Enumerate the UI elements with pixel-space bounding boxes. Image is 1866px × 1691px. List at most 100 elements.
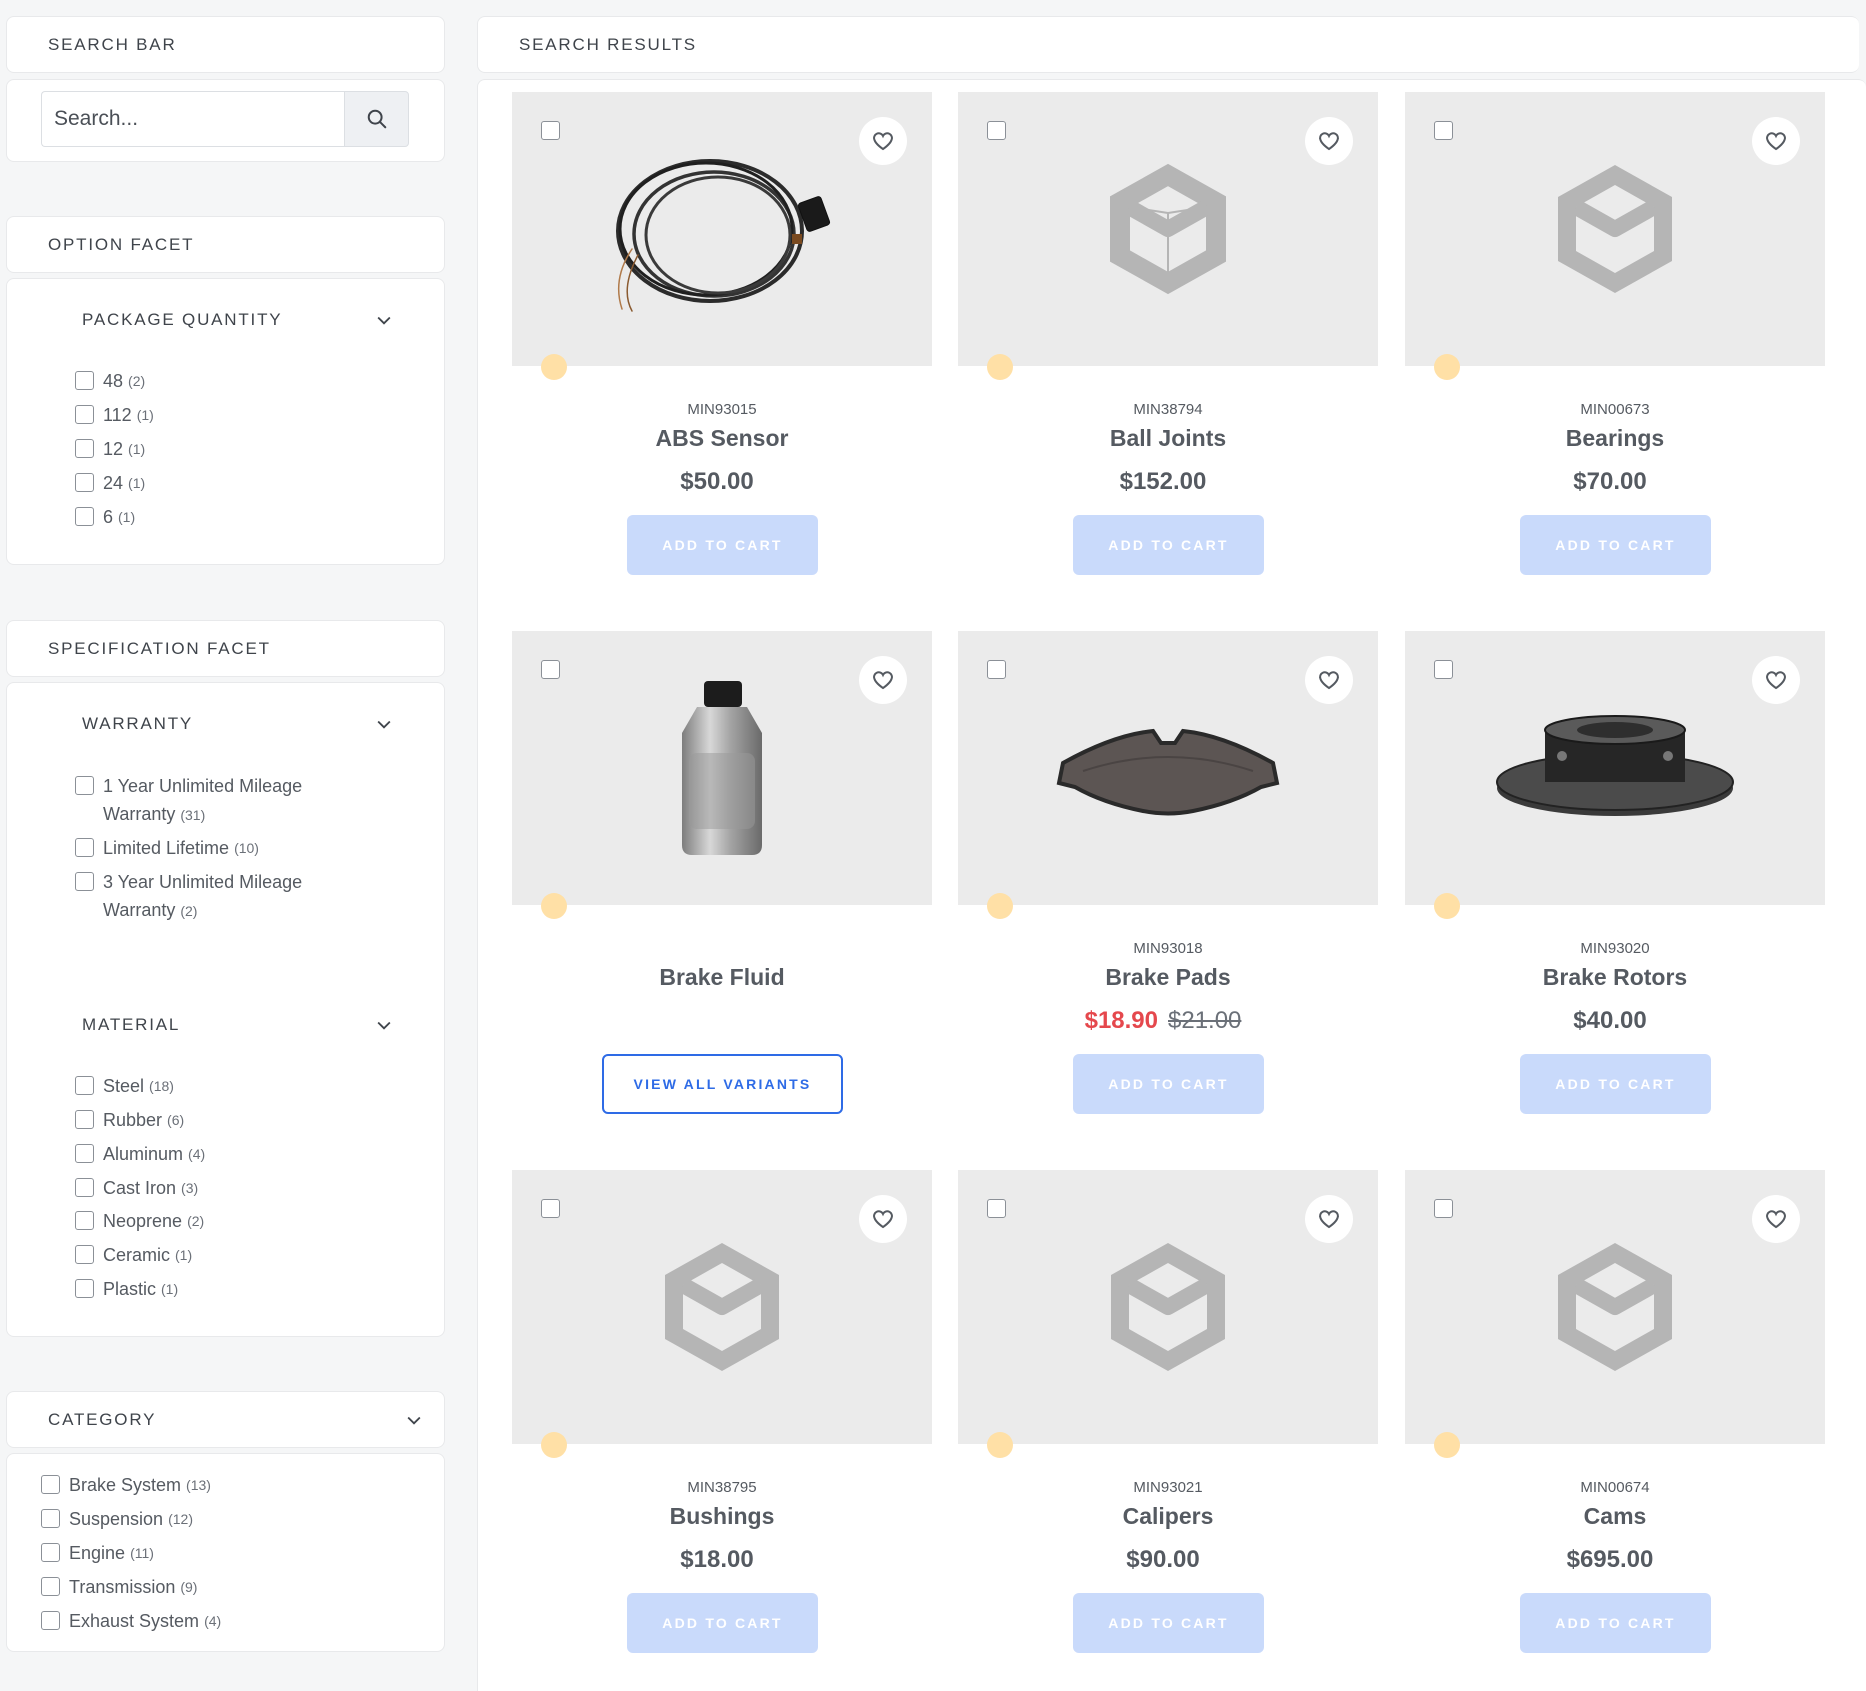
checkbox[interactable] [75,838,94,857]
wishlist-button[interactable] [1305,656,1353,704]
material-option[interactable]: Neoprene (2) [75,1207,204,1235]
product-card[interactable]: MIN38794 Ball Joints $152.00 ADD TO CART [958,92,1378,612]
search-bar-header: SEARCH BAR [6,16,445,73]
wishlist-button[interactable] [1752,117,1800,165]
wishlist-button[interactable] [859,656,907,704]
product-sku: MIN93020 [1580,940,1650,957]
add-to-cart-button[interactable]: ADD TO CART [1520,1054,1711,1114]
category-option[interactable]: Brake System (13) [41,1471,211,1499]
product-card[interactable]: MIN93018 Brake Pads $18.90 $21.00 ADD TO … [958,631,1378,1151]
compare-checkbox[interactable] [987,121,1006,140]
material-option[interactable]: Steel (18) [75,1072,174,1100]
warranty-toggle[interactable]: WARRANTY [82,713,394,735]
product-card[interactable]: MIN93020 Brake Rotors $40.00 ADD TO CART [1405,631,1825,1151]
compare-checkbox[interactable] [541,121,560,140]
product-name[interactable]: Calipers [958,1503,1378,1530]
product-card[interactable]: MIN38795 Bushings $18.00 ADD TO CART [512,1170,932,1690]
compare-checkbox[interactable] [987,1199,1006,1218]
category-title: CATEGORY [48,1409,157,1429]
chevron-down-icon [377,1021,391,1030]
checkbox[interactable] [41,1543,60,1562]
package-quantity-option[interactable]: 6 (1) [75,503,135,531]
wishlist-button[interactable] [1752,656,1800,704]
checkbox[interactable] [75,1110,94,1129]
product-name[interactable]: ABS Sensor [512,425,932,452]
product-name[interactable]: Ball Joints [958,425,1378,452]
product-card[interactable]: Brake Fluid VIEW ALL VARIANTS [512,631,932,1151]
product-name[interactable]: Bushings [512,1503,932,1530]
add-to-cart-button[interactable]: ADD TO CART [627,515,818,575]
product-name[interactable]: Brake Pads [958,964,1378,991]
product-card[interactable]: MIN93021 Calipers $90.00 ADD TO CART [958,1170,1378,1690]
wishlist-button[interactable] [1305,1195,1353,1243]
material-option[interactable]: Cast Iron (3) [75,1174,198,1202]
material-option[interactable]: Plastic (1) [75,1275,178,1303]
product-card[interactable]: MIN93015 ABS Sensor $50.00 ADD TO CART [512,92,932,612]
wishlist-button[interactable] [1305,117,1353,165]
add-to-cart-button[interactable]: ADD TO CART [627,1593,818,1653]
wishlist-button[interactable] [859,1195,907,1243]
package-quantity-option[interactable]: 12 (1) [75,435,145,463]
category-option[interactable]: Exhaust System (4) [41,1607,221,1635]
product-price: $70.00 [1573,468,1647,495]
compare-checkbox[interactable] [1434,660,1453,679]
add-to-cart-button[interactable]: ADD TO CART [1073,1054,1264,1114]
material-option[interactable]: Rubber (6) [75,1106,184,1134]
checkbox[interactable] [75,405,94,424]
category-option[interactable]: Transmission (9) [41,1573,197,1601]
checkbox[interactable] [75,1245,94,1264]
warranty-option[interactable]: 1 Year Unlimited Mileage Warranty (31) [75,772,302,829]
product-name[interactable]: Cams [1405,1503,1825,1530]
product-name[interactable]: Brake Rotors [1405,964,1825,991]
checkbox[interactable] [75,439,94,458]
checkbox[interactable] [75,872,94,891]
package-quantity-option[interactable]: 112 (1) [75,401,154,429]
material-option[interactable]: Ceramic (1) [75,1241,192,1269]
product-sku: MIN38794 [1133,401,1203,418]
material-option[interactable]: Aluminum (4) [75,1140,205,1168]
checkbox[interactable] [75,1144,94,1163]
compare-checkbox[interactable] [1434,121,1453,140]
heart-icon [1319,671,1339,690]
checkbox[interactable] [41,1475,60,1494]
checkbox[interactable] [41,1577,60,1596]
wishlist-button[interactable] [1752,1195,1800,1243]
product-card[interactable]: MIN00674 Cams $695.00 ADD TO CART [1405,1170,1825,1690]
product-name[interactable]: Brake Fluid [512,964,932,991]
add-to-cart-button[interactable]: ADD TO CART [1520,1593,1711,1653]
checkbox[interactable] [75,1076,94,1095]
category-panel: Brake System (13) Suspension (12) Engine (1… [6,1453,445,1652]
material-toggle[interactable]: MATERIAL [82,1014,394,1036]
package-quantity-option[interactable]: 48 (2) [75,367,145,395]
warranty-option[interactable]: Limited Lifetime (10) [75,834,259,862]
checkbox[interactable] [41,1611,60,1630]
category-option[interactable]: Suspension (12) [41,1505,193,1533]
product-name[interactable]: Bearings [1405,425,1825,452]
checkbox[interactable] [75,1279,94,1298]
compare-checkbox[interactable] [1434,1199,1453,1218]
wishlist-button[interactable] [859,117,907,165]
search-button[interactable] [344,91,409,147]
add-to-cart-button[interactable]: ADD TO CART [1073,1593,1264,1653]
compare-checkbox[interactable] [541,660,560,679]
add-to-cart-button[interactable]: ADD TO CART [1520,515,1711,575]
add-to-cart-button[interactable]: ADD TO CART [1073,515,1264,575]
warranty-option[interactable]: 3 Year Unlimited Mileage Warranty (2) [75,868,302,925]
compare-checkbox[interactable] [541,1199,560,1218]
checkbox[interactable] [75,776,94,795]
category-header[interactable]: CATEGORY [6,1391,445,1448]
checkbox[interactable] [41,1509,60,1528]
product-card[interactable]: MIN00673 Bearings $70.00 ADD TO CART [1405,92,1825,612]
checkbox[interactable] [75,1178,94,1197]
package-quantity-option[interactable]: 24 (1) [75,469,145,497]
option-facet-title: OPTION FACET [48,234,195,254]
checkbox[interactable] [75,473,94,492]
category-option[interactable]: Engine (11) [41,1539,154,1567]
compare-checkbox[interactable] [987,660,1006,679]
search-input[interactable] [41,91,344,147]
package-quantity-toggle[interactable]: PACKAGE QUANTITY [82,309,394,331]
view-all-variants-button[interactable]: VIEW ALL VARIANTS [602,1054,843,1114]
checkbox[interactable] [75,507,94,526]
checkbox[interactable] [75,371,94,390]
checkbox[interactable] [75,1211,94,1230]
